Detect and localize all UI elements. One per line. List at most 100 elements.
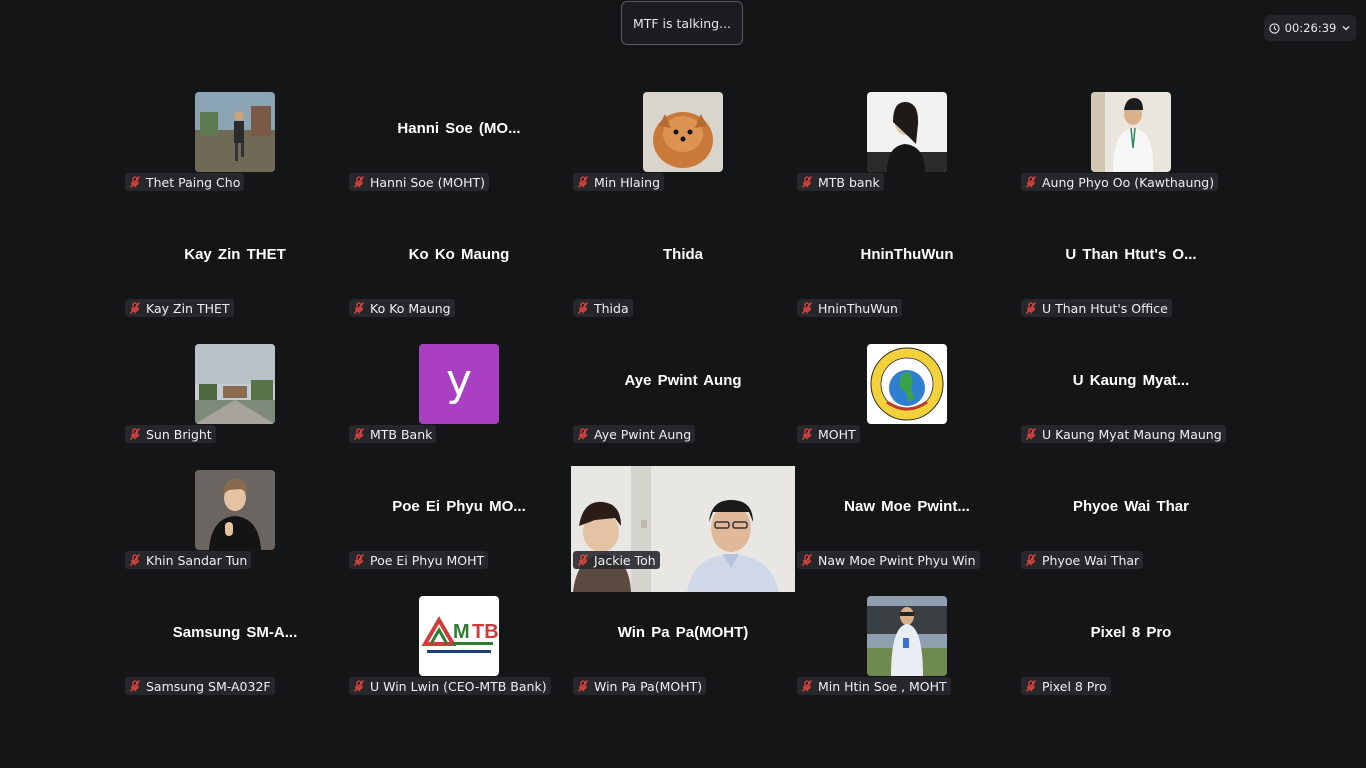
person-photo [1091,92,1171,172]
participant-display-name: Thida [663,246,703,263]
mic-muted-icon [353,302,365,314]
person-photo [867,92,947,172]
participant-name: Poe Ei Phyu MOHT [370,552,485,568]
participant-label: Pixel 8 Pro [1021,677,1111,695]
participant-label: U Than Htut's Office [1021,299,1172,317]
mic-muted-icon [353,680,365,692]
mic-muted-icon [1025,680,1037,692]
participant-name: Phyoe Wai Thar [1042,552,1140,568]
participant-label: MTB bank [797,173,884,191]
participant-tile[interactable]: y MTB Bank [347,342,571,468]
participant-tile[interactable]: Min Htin Soe , MOHT [795,594,1019,720]
participant-display-name: U Kaung Myat... [1072,372,1190,389]
participant-tile[interactable]: Pixel 8 Pro Pixel 8 Pro [1019,594,1243,720]
participant-label: MOHT [797,425,860,443]
svg-text:M: M [453,621,470,643]
participant-tile[interactable]: MTB bank [795,90,1019,216]
participant-label: Khin Sandar Tun [125,551,252,569]
participant-tile[interactable]: Ko Ko Maung Ko Ko Maung [347,216,571,342]
participant-tile[interactable]: Hanni Soe (MO... Hanni Soe (MOHT) [347,90,571,216]
participant-name: Jackie Toh [594,552,656,568]
dog-photo [643,92,723,172]
participant-name: Khin Sandar Tun [146,552,248,568]
participant-label: Poe Ei Phyu MOHT [349,551,489,569]
participant-tile[interactable]: Poe Ei Phyu MO... Poe Ei Phyu MOHT [347,468,571,594]
participant-tile[interactable]: M TB U Win Lwin (CEO-MTB Bank) [347,594,571,720]
mic-muted-icon [129,176,141,188]
participant-tile[interactable]: Thet Paing Cho [123,90,347,216]
participant-name: Ko Ko Maung [370,300,451,316]
timer-value: 00:26:39 [1284,21,1337,35]
participant-label: Min Hlaing [573,173,665,191]
participant-display-name: Phyoe Wai Thar [1073,498,1189,515]
participant-tile[interactable]: Aye Pwint Aung Aye Pwint Aung [571,342,795,468]
participant-label: U Win Lwin (CEO-MTB Bank) [349,677,551,695]
meeting-timer[interactable]: 00:26:39 [1264,15,1356,41]
participant-display-name: Poe Ei Phyu MO... [392,498,526,515]
participant-name: Thet Paing Cho [146,174,241,190]
participant-tile[interactable]: HninThuWun HninThuWun [795,216,1019,342]
participant-name: Pixel 8 Pro [1042,678,1107,694]
participant-tile[interactable]: Khin Sandar Tun [123,468,347,594]
participant-name: Hanni Soe (MOHT) [370,174,486,190]
talking-indicator: MTF is talking... [621,1,743,45]
mic-muted-icon [129,428,141,440]
participant-tile[interactable]: Min Hlaing [571,90,795,216]
mic-muted-icon [129,302,141,314]
participant-display-name: Win Pa Pa(MOHT) [617,624,749,641]
participant-tile[interactable]: MOHT [795,342,1019,468]
ministry-logo [867,344,947,424]
participant-tile[interactable]: Samsung SM-A... Samsung SM-A032F [123,594,347,720]
participant-label: Samsung SM-A032F [125,677,275,695]
participant-name: Min Htin Soe , MOHT [818,678,947,694]
participant-display-name: Kay Zin THET [184,246,286,263]
participant-name: U Kaung Myat Maung Maung [1042,426,1222,442]
mic-muted-icon [129,554,141,566]
participant-name: U Than Htut's Office [1042,300,1168,316]
participant-tile[interactable]: Win Pa Pa(MOHT) Win Pa Pa(MOHT) [571,594,795,720]
mic-muted-icon [801,680,813,692]
participant-tile[interactable]: Aung Phyo Oo (Kawthaung) [1019,90,1243,216]
participant-tile[interactable]: U Kaung Myat... U Kaung Myat Maung Maung [1019,342,1243,468]
participant-label: Jackie Toh [573,551,660,569]
participant-display-name: HninThuWun [860,246,954,263]
participant-display-name: Samsung SM-A... [172,624,298,641]
mic-muted-icon [801,428,813,440]
participant-label: Min Htin Soe , MOHT [797,677,951,695]
mic-muted-icon [129,680,141,692]
participant-tile[interactable]: U Than Htut's O... U Than Htut's Office [1019,216,1243,342]
mic-muted-icon [577,428,589,440]
mic-muted-icon [577,176,589,188]
letter-avatar: y [419,344,499,424]
chevron-down-icon [1342,26,1350,31]
participant-name: Naw Moe Pwint Phyu Win [818,552,976,568]
participant-tile[interactable]: Kay Zin THET Kay Zin THET [123,216,347,342]
participant-label: Aye Pwint Aung [573,425,696,443]
participant-label: Thet Paing Cho [125,173,245,191]
participant-name: MTB Bank [370,426,433,442]
participant-tile[interactable]: Sun Bright [123,342,347,468]
participant-name: Min Hlaing [594,174,661,190]
participant-name: MTB bank [818,174,880,190]
participant-label: Kay Zin THET [125,299,234,317]
participant-name: U Win Lwin (CEO-MTB Bank) [370,678,547,694]
participant-label: Phyoe Wai Thar [1021,551,1144,569]
participant-tile[interactable]: Thida Thida [571,216,795,342]
landscape-photo [195,344,275,424]
participant-tile[interactable]: Phyoe Wai Thar Phyoe Wai Thar [1019,468,1243,594]
mic-muted-icon [1025,302,1037,314]
participant-label: Win Pa Pa(MOHT) [573,677,707,695]
participant-tile[interactable]: Naw Moe Pwint... Naw Moe Pwint Phyu Win [795,468,1019,594]
participant-name: Aung Phyo Oo (Kawthaung) [1042,174,1215,190]
video-feed [571,466,795,592]
participant-name: MOHT [818,426,856,442]
participant-name: Samsung SM-A032F [146,678,271,694]
participant-name: HninThuWun [818,300,898,316]
participant-display-name: U Than Htut's O... [1065,246,1197,263]
mic-muted-icon [801,302,813,314]
mic-muted-icon [801,176,813,188]
participant-tile-video[interactable]: Jackie Toh [571,466,795,594]
participant-label: Sun Bright [125,425,216,443]
mic-muted-icon [801,554,813,566]
participant-label: Naw Moe Pwint Phyu Win [797,551,980,569]
